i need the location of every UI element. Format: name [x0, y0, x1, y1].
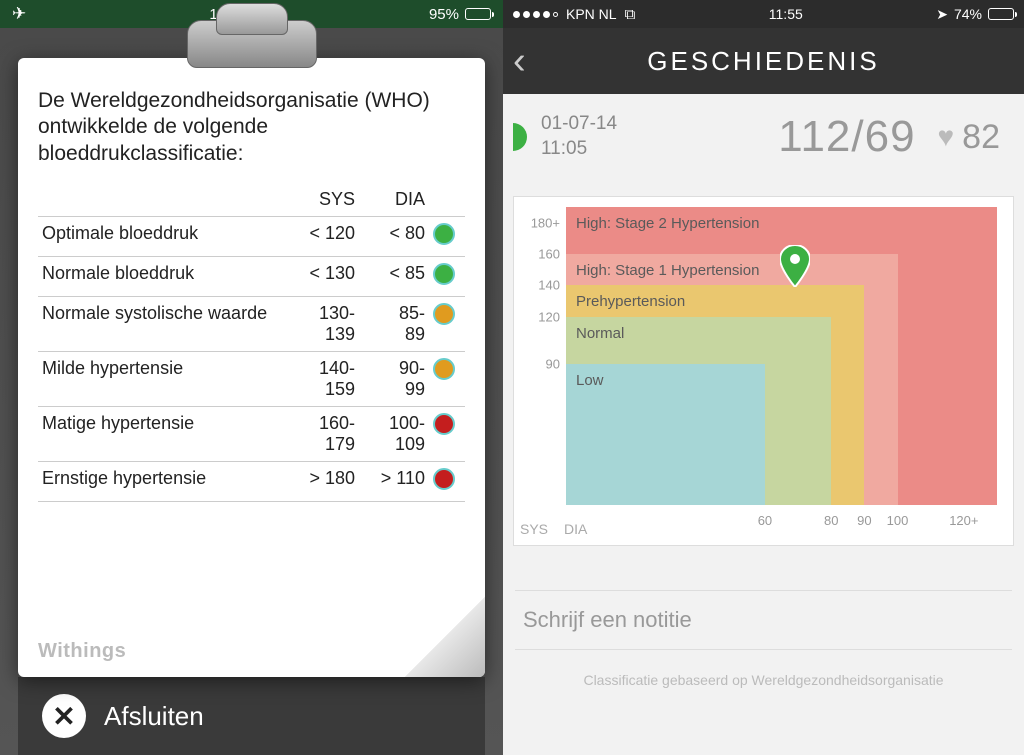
back-button[interactable]: ‹ [513, 42, 526, 80]
info-sheet: De Wereldgezondheidsorganisatie (WHO) on… [18, 58, 485, 677]
row-dot [429, 461, 465, 501]
row-dia: 90- 99 [359, 351, 429, 406]
table-row: Normale bloeddruk< 130< 85 [38, 256, 465, 296]
col-sys: SYS [289, 183, 359, 217]
table-row: Optimale bloeddruk< 120< 80 [38, 216, 465, 256]
status-pip-icon [513, 123, 527, 151]
reading-datetime: 01-07-14 11:05 [541, 112, 617, 161]
battery-percent: 95% [429, 6, 459, 23]
row-label: Ernstige hypertensie [38, 461, 289, 501]
row-dia: < 80 [359, 216, 429, 256]
close-button[interactable]: ✕ [42, 694, 86, 738]
page-title: GESCHIEDENIS [647, 46, 880, 77]
table-row: Milde hypertensie140- 15990- 99 [38, 351, 465, 406]
status-time: 11:55 [769, 6, 803, 22]
x-tick: 120+ [949, 513, 978, 528]
status-dot-icon [433, 263, 455, 285]
row-dot [429, 406, 465, 461]
status-dot-icon [433, 468, 455, 490]
row-sys: < 120 [289, 216, 359, 256]
battery-percent: 74% [954, 6, 982, 22]
y-tick: 160 [538, 247, 560, 262]
status-dot-icon [433, 358, 455, 380]
close-label: Afsluiten [104, 701, 204, 732]
y-tick: 90 [546, 356, 560, 371]
table-row: Ernstige hypertensie> 180> 110 [38, 461, 465, 501]
note-input[interactable]: Schrijf een notitie [515, 590, 1012, 650]
row-dia: < 85 [359, 256, 429, 296]
zone-low: Low [566, 364, 765, 505]
battery-icon [988, 8, 1014, 20]
table-row: Matige hypertensie160- 179100- 109 [38, 406, 465, 461]
row-sys: 130- 139 [289, 296, 359, 351]
airplane-mode-icon: ✈ [12, 4, 26, 24]
x-axis-label: DIA [564, 521, 587, 537]
intro-text: De Wereldgezondheidsorganisatie (WHO) on… [38, 88, 465, 167]
reading-summary[interactable]: 01-07-14 11:05 112/69 ♥ 82 [503, 94, 1024, 174]
row-label: Normale systolische waarde [38, 296, 289, 351]
x-tick: 100 [887, 513, 909, 528]
reading-marker-icon [780, 245, 810, 287]
signal-icon [513, 11, 558, 18]
row-dot [429, 296, 465, 351]
y-axis-label: SYS [520, 521, 548, 537]
x-tick: 80 [824, 513, 838, 528]
y-tick: 120 [538, 309, 560, 324]
row-label: Optimale bloeddruk [38, 216, 289, 256]
y-tick: 180+ [531, 215, 560, 230]
row-dot [429, 256, 465, 296]
row-sys: < 130 [289, 256, 359, 296]
page-curl-icon [405, 597, 485, 677]
nav-header: ‹ GESCHIEDENIS [503, 28, 1024, 94]
row-dia: > 110 [359, 461, 429, 501]
phone-left: ✈ 11:54 95% De Wereldgezondheidsorganisa… [0, 0, 503, 755]
row-sys: > 180 [289, 461, 359, 501]
hr-value: ♥ 82 [938, 118, 1000, 157]
row-dia: 100- 109 [359, 406, 429, 461]
row-sys: 160- 179 [289, 406, 359, 461]
x-tick: 60 [758, 513, 772, 528]
row-label: Matige hypertensie [38, 406, 289, 461]
row-sys: 140- 159 [289, 351, 359, 406]
row-dia: 85- 89 [359, 296, 429, 351]
status-dot-icon [433, 413, 455, 435]
bp-class-table: SYS DIA Optimale bloeddruk< 120< 80Norma… [38, 183, 465, 502]
bp-value: 112/69 [778, 112, 915, 162]
row-dot [429, 351, 465, 406]
footer-note: Classificatie gebaseerd op Wereldgezondh… [503, 672, 1024, 688]
clipboard-clip-icon [187, 20, 317, 68]
status-bar: KPN NL ⧉ 11:55 ➤ 74% [503, 0, 1024, 28]
row-label: Normale bloeddruk [38, 256, 289, 296]
col-dia: DIA [359, 183, 429, 217]
bp-zone-chart: High: Stage 2 Hypertension High: Stage 1… [513, 196, 1014, 546]
brand-label: Withings [38, 640, 126, 663]
x-tick: 90 [857, 513, 871, 528]
y-tick: 140 [538, 278, 560, 293]
status-dot-icon [433, 223, 455, 245]
carrier-label: KPN NL [566, 6, 617, 22]
status-dot-icon [433, 303, 455, 325]
heart-icon: ♥ [938, 121, 955, 153]
clipboard-panel: De Wereldgezondheidsorganisatie (WHO) on… [0, 28, 503, 755]
close-bar: ✕ Afsluiten [18, 677, 485, 755]
row-label: Milde hypertensie [38, 351, 289, 406]
wifi-icon: ⧉ [625, 6, 636, 23]
phone-right: KPN NL ⧉ 11:55 ➤ 74% ‹ GESCHIEDENIS 01-0… [503, 0, 1024, 755]
row-dot [429, 216, 465, 256]
table-row: Normale systolische waarde130- 13985- 89 [38, 296, 465, 351]
battery-icon [465, 8, 491, 20]
location-icon: ➤ [936, 6, 948, 23]
